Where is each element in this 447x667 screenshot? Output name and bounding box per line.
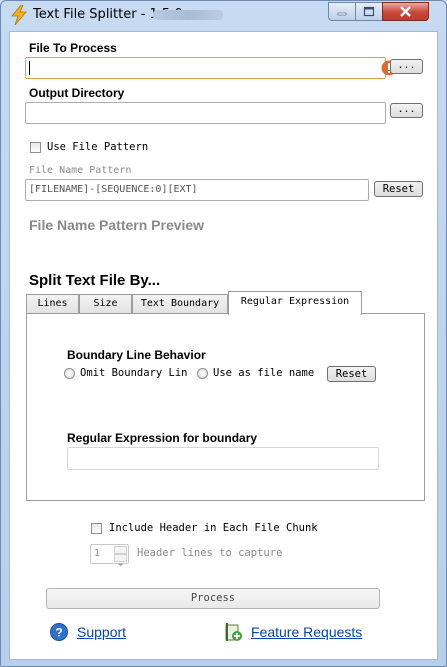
maximize-button[interactable] bbox=[355, 2, 383, 21]
maximize-icon bbox=[363, 6, 375, 17]
app-window: Text File Splitter - 1.5.0 File To Proce… bbox=[0, 0, 447, 667]
pattern-preview-label: File Name Pattern Preview bbox=[29, 217, 205, 233]
header-lines-label: Header lines to capture bbox=[137, 547, 283, 559]
output-directory-label: Output Directory bbox=[29, 86, 125, 100]
file-browse-button[interactable]: ... bbox=[390, 59, 423, 74]
help-icon: ? bbox=[50, 623, 68, 641]
tab-text-boundary[interactable]: Text Boundary bbox=[132, 294, 228, 314]
stepper-down-button[interactable] bbox=[114, 554, 127, 567]
chevron-down-icon bbox=[117, 563, 124, 567]
header-lines-stepper[interactable]: 1 bbox=[90, 544, 129, 567]
include-header-checkbox[interactable] bbox=[91, 523, 102, 534]
file-name-pattern-label: File Name Pattern bbox=[29, 165, 132, 176]
header-lines-value: 1 bbox=[94, 548, 101, 559]
minimize-icon bbox=[337, 12, 347, 16]
title-blur bbox=[153, 10, 223, 20]
omit-boundary-label: Omit Boundary Lin bbox=[80, 367, 188, 379]
output-browse-button[interactable]: ... bbox=[390, 103, 423, 118]
minimize-button[interactable] bbox=[328, 2, 356, 21]
file-to-process-input[interactable] bbox=[25, 57, 386, 79]
tab-regular-expression[interactable]: Regular Expression bbox=[228, 291, 362, 315]
include-header-label: Include Header in Each File Chunk bbox=[109, 522, 318, 534]
use-as-filename-label: Use as file name bbox=[213, 367, 315, 379]
split-by-heading: Split Text File By... bbox=[29, 272, 161, 289]
feature-requests-link[interactable]: Feature Requests bbox=[251, 624, 362, 640]
boundary-line-behavior-heading: Boundary Line Behavior bbox=[67, 348, 206, 362]
tab-size[interactable]: Size bbox=[79, 294, 132, 314]
file-name-pattern-input[interactable]: [FILENAME]-[SEQUENCE:0][EXT] bbox=[25, 179, 369, 201]
regex-for-boundary-label: Regular Expression for boundary bbox=[67, 431, 258, 445]
svg-text:?: ? bbox=[55, 626, 62, 640]
omit-boundary-radio[interactable] bbox=[64, 368, 75, 379]
process-button[interactable]: Process bbox=[46, 588, 380, 609]
regular-expression-panel: Boundary Line Behavior Omit Boundary Lin… bbox=[26, 313, 425, 501]
support-link[interactable]: Support bbox=[77, 624, 126, 640]
title-bar[interactable]: Text File Splitter - 1.5.0 bbox=[1, 1, 446, 31]
close-button[interactable] bbox=[382, 2, 429, 21]
use-file-pattern-checkbox[interactable] bbox=[30, 142, 41, 153]
file-to-process-label: File To Process bbox=[29, 41, 117, 55]
file-name-pattern-value: [FILENAME]-[SEQUENCE:0][EXT] bbox=[29, 184, 198, 195]
use-file-pattern-label: Use File Pattern bbox=[47, 141, 149, 153]
feature-request-icon bbox=[223, 622, 243, 642]
regex-boundary-input[interactable] bbox=[67, 447, 379, 470]
stepper-up-button[interactable] bbox=[114, 546, 127, 559]
close-icon bbox=[400, 6, 411, 17]
lightning-icon bbox=[10, 4, 28, 26]
behavior-reset-button[interactable]: Reset bbox=[327, 366, 376, 382]
text-cursor bbox=[29, 61, 30, 75]
main-panel: File To Process ... Output Directory ...… bbox=[9, 31, 438, 660]
use-as-filename-radio[interactable] bbox=[197, 368, 208, 379]
pattern-reset-button[interactable]: Reset bbox=[374, 181, 423, 197]
output-directory-input[interactable] bbox=[25, 102, 386, 124]
tab-lines[interactable]: Lines bbox=[26, 294, 79, 314]
